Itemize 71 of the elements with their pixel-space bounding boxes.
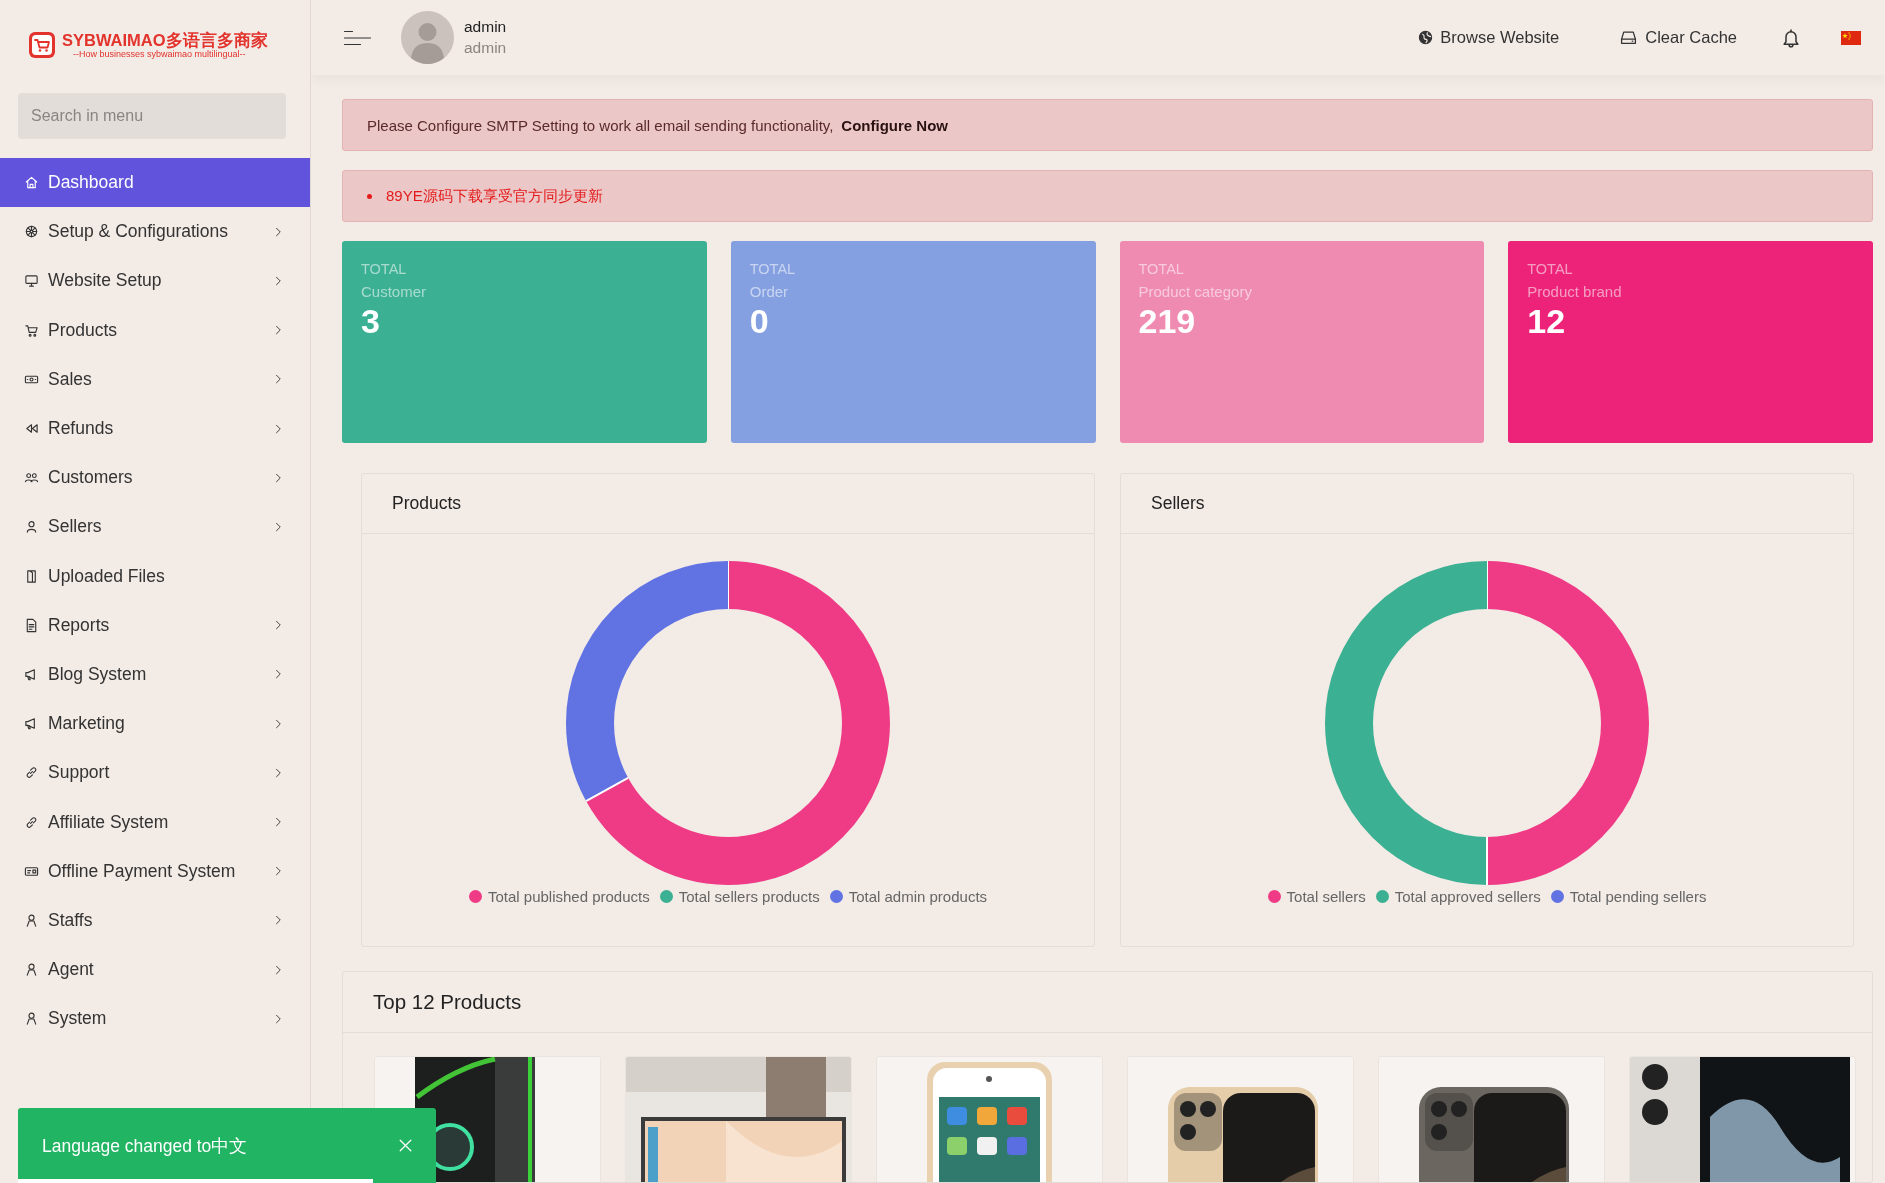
house-icon (24, 175, 39, 191)
notification-button[interactable] (1781, 26, 1801, 49)
sidebar-item[interactable]: Staffs (0, 895, 310, 945)
stat-label: Customer (361, 283, 428, 300)
stat-caption: TOTAL (1138, 261, 1185, 277)
stat-value: 3 (361, 302, 381, 341)
brand-name: SYBWAIMAO多语言多商家 (62, 31, 268, 49)
legend-label: Total approved sellers (1394, 888, 1541, 905)
toast-message: Language changed to中文 (42, 1134, 249, 1158)
stat-value: 219 (1138, 302, 1197, 341)
stat-label: Order (749, 283, 790, 300)
sidebar-item[interactable]: Uploaded Files (0, 551, 310, 601)
drive-icon (1619, 29, 1639, 46)
sidebar-item[interactable]: Sales (0, 354, 310, 404)
sidebar-item[interactable]: Marketing (0, 699, 310, 749)
avatar (401, 11, 454, 64)
stat-label: Product category (1138, 283, 1253, 300)
wheel-icon (24, 224, 39, 240)
sidebar-item[interactable]: Setup & Configurations (0, 207, 310, 257)
alert-message: Please Configure SMTP Setting to work all email sending functionality, (367, 116, 834, 134)
link-icon (24, 814, 39, 830)
sidebar-item[interactable]: Customers (0, 453, 310, 503)
stat-caption: TOTAL (361, 261, 408, 277)
sidebar-item[interactable]: Dashboard (0, 158, 310, 208)
clear-cache-button[interactable]: Clear Cache (1619, 28, 1737, 47)
menu-search-field[interactable]: Search in menu (18, 93, 286, 139)
stat-value: 12 (1527, 302, 1567, 341)
close-icon (397, 1137, 414, 1154)
stat-caption: TOTAL (749, 261, 797, 277)
bullet-icon (367, 193, 372, 199)
chart-title: Products (362, 474, 1094, 534)
configure-now-link[interactable]: Configure Now (841, 116, 948, 134)
shop-logo-icon (28, 31, 56, 59)
link-icon (24, 765, 39, 781)
stat-caption: TOTAL (1527, 261, 1574, 277)
person-icon (24, 962, 39, 978)
legend-label: Total published products (487, 888, 650, 905)
bell-icon (1781, 26, 1801, 49)
sidebar-item[interactable]: Blog System (0, 649, 310, 700)
file-icon (24, 568, 39, 584)
sidebar-item[interactable]: Refunds (0, 403, 310, 454)
sidebar-item[interactable]: System (0, 994, 310, 1044)
user-name: admin (464, 18, 507, 36)
sidebar-item[interactable]: Sellers (0, 502, 310, 552)
brand-tagline: --How businesses sybwaimao multilingual-- (72, 49, 247, 59)
legend-label: Total sellers products (678, 888, 820, 905)
stat-label: Product brand (1527, 283, 1623, 300)
monitor-icon (24, 273, 39, 289)
person-icon (24, 519, 39, 535)
sidebar-item[interactable]: Affiliate System (0, 797, 310, 847)
china-flag-icon[interactable] (1841, 30, 1861, 45)
legend-label: Total admin products (848, 888, 988, 905)
sidebar-item[interactable]: Offline Payment System (0, 846, 310, 896)
cart-icon (24, 322, 39, 338)
document-icon (24, 617, 39, 633)
browse-link[interactable]: Browse Website (1418, 28, 1560, 47)
sidebar-item[interactable]: Agent (0, 945, 310, 995)
legend-label: Total sellers (1286, 888, 1366, 905)
notice-message: 89YE源码下载享受官方同步更新 (386, 186, 603, 206)
globe-icon (1418, 30, 1434, 45)
stat-value: 0 (749, 302, 770, 341)
chart-title: Sellers (1121, 474, 1853, 534)
person-icon (24, 912, 39, 928)
panel-title: Top 12 Products (343, 972, 1872, 1033)
sidebar-item[interactable]: Reports (0, 600, 310, 650)
sidebar-item[interactable]: Products (0, 305, 310, 355)
user-role: admin (464, 39, 507, 57)
legend-label: Total pending sellers (1569, 888, 1707, 905)
person-icon (24, 1011, 39, 1027)
sidebar-item[interactable]: Support (0, 748, 310, 798)
sidebar-item[interactable]: Website Setup (0, 256, 310, 306)
